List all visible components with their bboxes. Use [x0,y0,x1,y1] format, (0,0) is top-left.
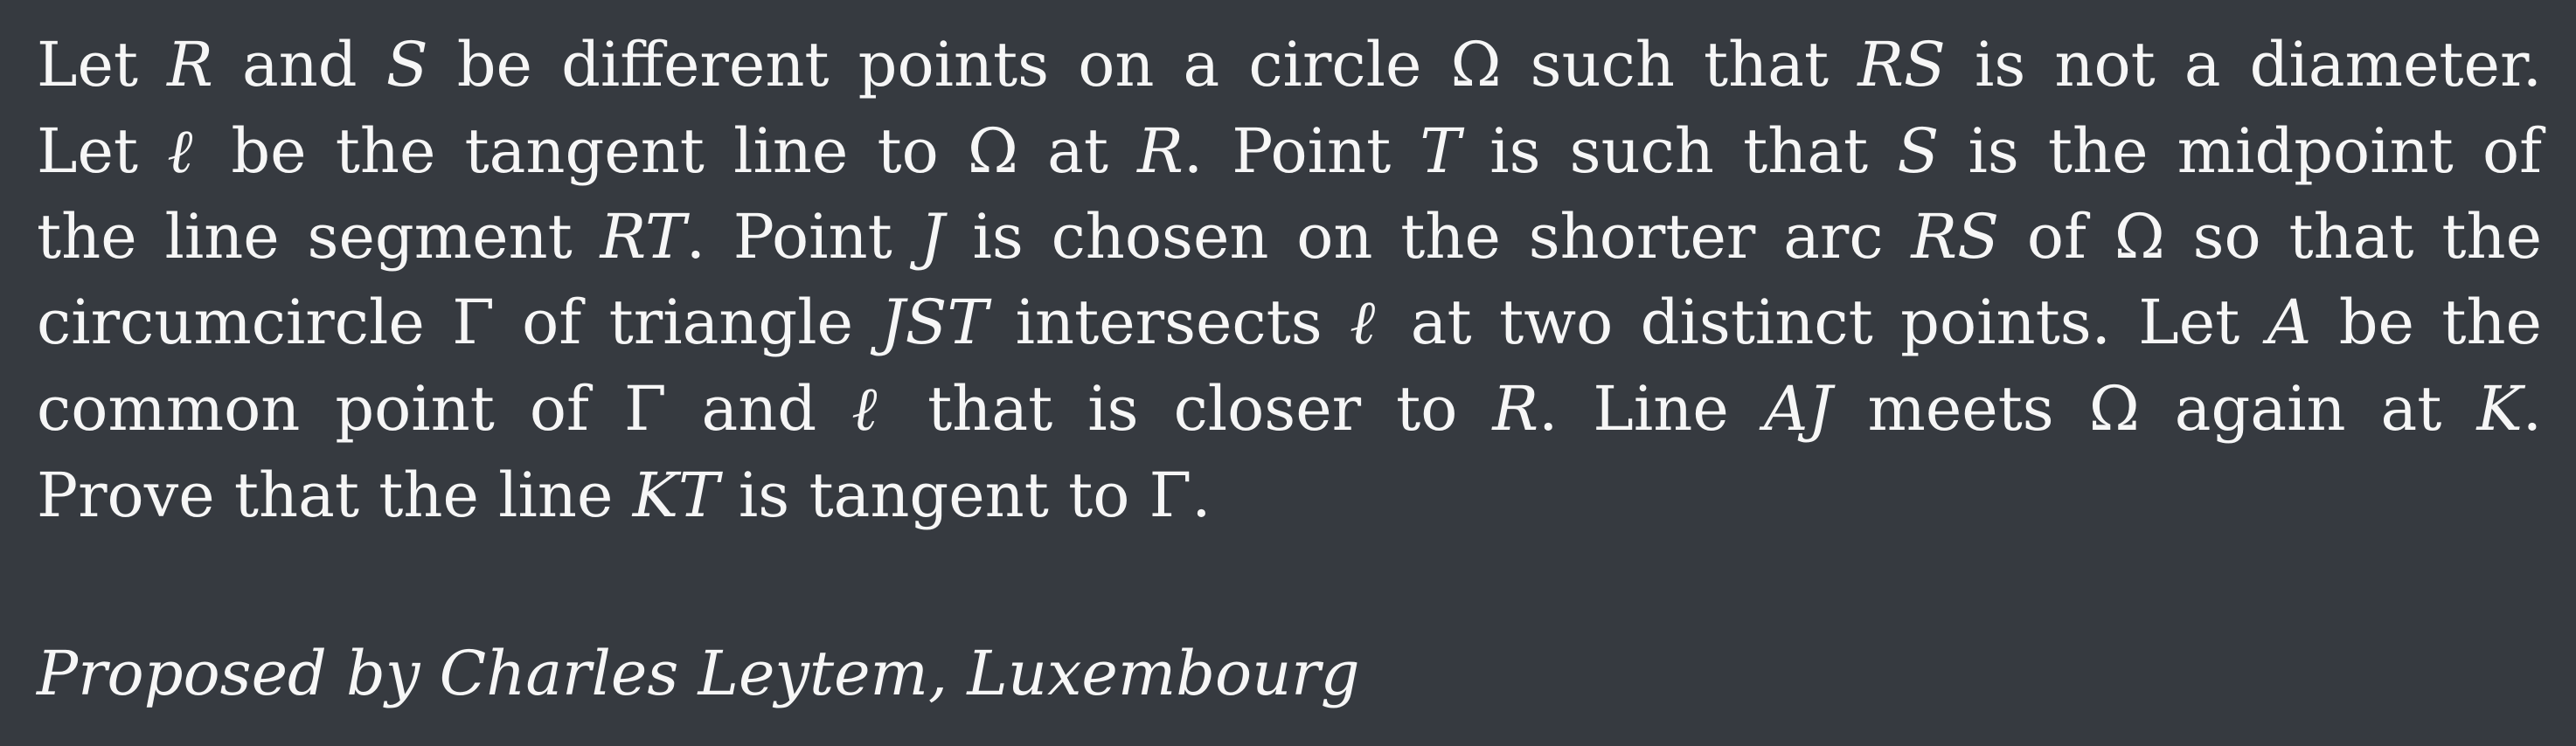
math-segment-rs: RS [1857,29,1946,100]
text-fragment: meets Ω again at [1832,373,2477,445]
text-fragment: . Point [1183,115,1420,187]
text-fragment: circumcircle Γ of triangle [37,287,881,358]
text-fragment: be the [2311,287,2542,358]
math-variable-r: R [167,29,213,100]
math-variable-s: S [385,29,428,100]
text-fragment: and [212,29,386,100]
problem-page: Let R and S be different points on a cir… [0,0,2576,746]
problem-line-4: circumcircle Γ of triangle JST intersect… [37,280,2542,365]
math-line-ell: ℓ [167,115,203,187]
math-variable-j: J [920,201,945,273]
math-variable-k: K [2476,373,2523,445]
problem-line-1: Let R and S be different points on a cir… [37,22,2542,107]
math-variable-r: R [1492,373,1539,445]
math-variable-s: S [1897,115,1940,187]
math-line-ell: ℓ [851,373,893,445]
problem-line-6: Prove that the line KT is tangent to Γ. [37,452,2542,538]
text-fragment: at two distinct points. Let [1383,287,2267,358]
text-fragment: Let [37,115,168,187]
text-fragment: common point of Γ and [37,373,852,445]
math-triangle-jst: JST [880,287,989,358]
text-fragment: is tangent to Γ. [719,459,1212,531]
problem-line-2: Let ℓ be the tangent line to Ω at R. Poi… [37,108,2542,194]
problem-line-5: common point of Γ and ℓ that is closer t… [37,366,2542,452]
text-fragment: is the midpoint of [1939,115,2542,187]
math-line-ell: ℓ [1350,287,1384,358]
math-arc-rs: RS [1911,201,2000,273]
math-line-aj: AJ [1763,373,1833,445]
problem-line-3: the line segment RT. Point J is chosen o… [37,194,2542,280]
text-fragment: be different points on a circle Ω such t… [427,29,1858,100]
author-credit: Proposed by Charles Leytem, Luxembourg [37,638,1360,709]
text-fragment: be the tangent line to Ω at [202,115,1138,187]
text-fragment: is not a diameter. [1945,29,2542,100]
text-fragment: of Ω so that the [1999,201,2543,273]
text-fragment: Let [37,29,168,100]
text-fragment: the line segment [37,201,601,273]
math-variable-t: T [1420,115,1462,187]
text-fragment: . Point [685,201,920,273]
text-fragment: that is closer to [892,373,1493,445]
text-fragment: is such that [1461,115,1898,187]
math-variable-a: A [2267,287,2312,358]
text-fragment: Prove that the line [37,459,633,531]
text-fragment: is chosen on the shorter arc [944,201,1912,273]
text-fragment: intersects [988,287,1350,358]
text-fragment: . Line [1538,373,1764,445]
text-fragment: . [2522,373,2543,445]
math-segment-rt: RT [600,201,686,273]
math-line-kt: KT [632,459,719,531]
math-variable-r: R [1137,115,1184,187]
